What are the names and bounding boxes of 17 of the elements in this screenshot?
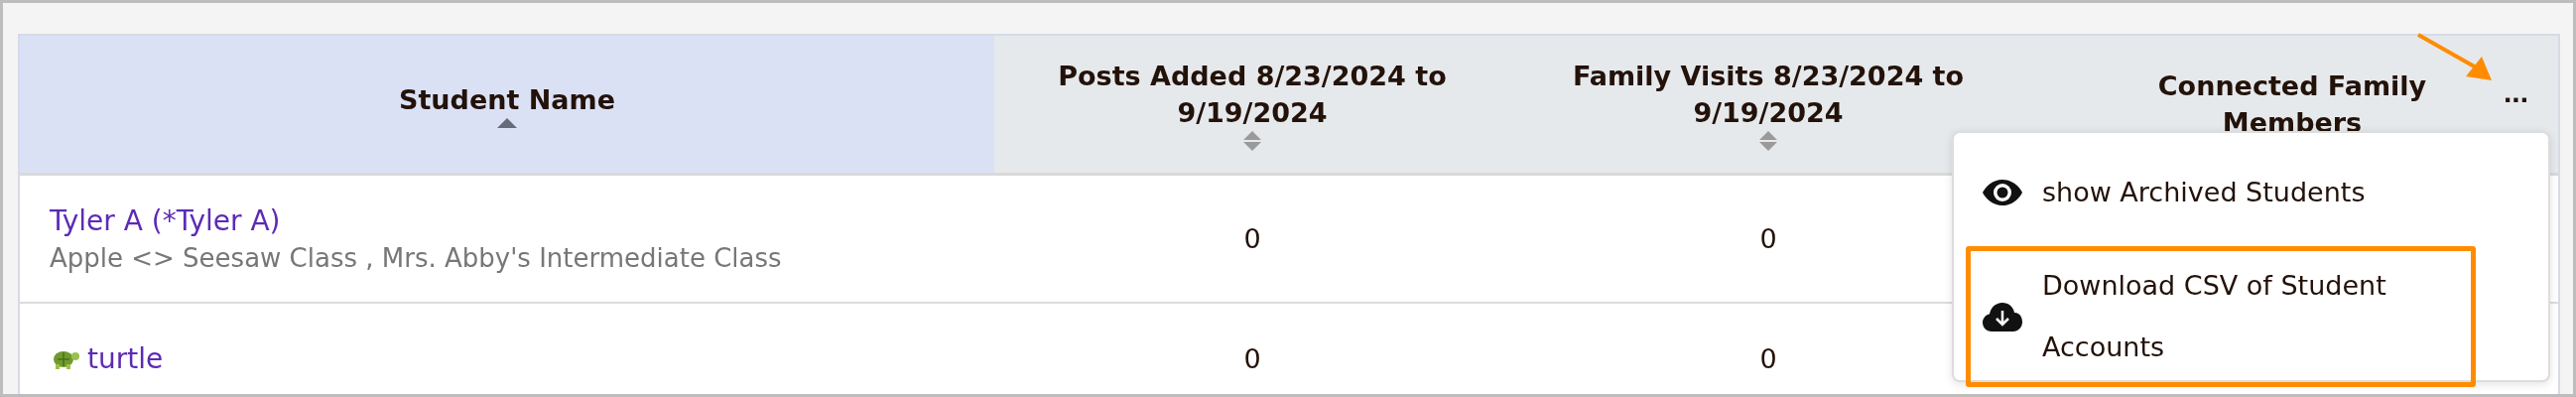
sort-icon[interactable] <box>1243 131 1261 151</box>
posts-count: 0 <box>1243 223 1261 254</box>
column-header[interactable]: Posts Added 8/23/2024 to 9/19/2024 <box>994 36 1510 173</box>
more-options-button[interactable]: ... <box>2504 75 2528 109</box>
student-name-link[interactable]: Tyler A (*Tyler A) <box>50 204 281 237</box>
sort-ascending-icon[interactable] <box>497 117 517 128</box>
column-header[interactable]: Family Visits 8/23/2024 to 9/19/2024 <box>1510 36 2026 173</box>
student-name-link[interactable]: turtle <box>87 341 164 375</box>
menu-item[interactable]: Download CSV of Student Accounts <box>1966 246 2476 387</box>
eye-icon <box>1983 179 2022 206</box>
posts-count: 0 <box>1243 342 1261 374</box>
visits-count: 0 <box>1759 342 1777 374</box>
class-list: Apple <> Seesaw Class , Mrs. Abby's Intermediate Class <box>50 243 994 273</box>
sort-icon[interactable] <box>1759 131 1777 151</box>
visits-count: 0 <box>1759 223 1777 254</box>
cloud-download-icon <box>1983 302 2022 331</box>
column-header[interactable]: Student Name <box>20 36 994 173</box>
